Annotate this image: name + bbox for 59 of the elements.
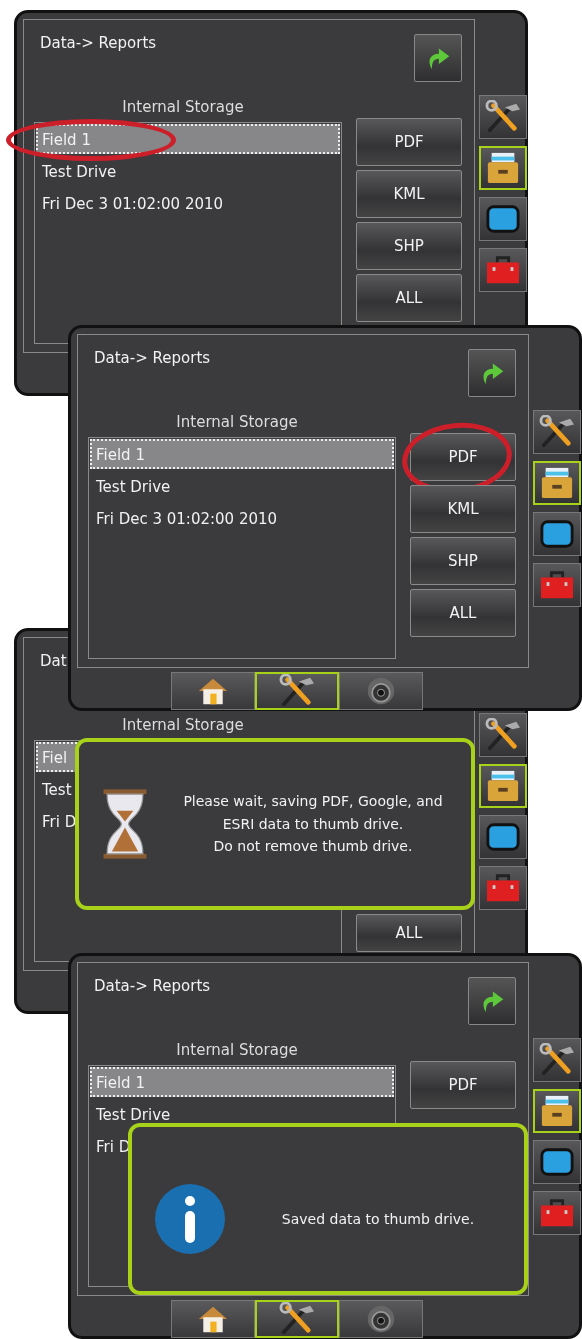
nav-tab[interactable] [255,672,339,710]
side-tab[interactable] [479,764,527,808]
side-tab[interactable] [533,1140,581,1184]
info-icon [154,1183,226,1255]
screen-icon [538,1145,576,1179]
list-item[interactable]: Test Drive [36,156,340,186]
tools-icon [278,674,316,708]
export-button[interactable]: PDF [356,118,462,166]
camera-icon [365,676,397,706]
tools-icon [278,1302,316,1336]
list-item[interactable]: Test Drive [90,471,394,501]
export-button[interactable]: ALL [356,914,462,952]
side-tab[interactable] [479,815,527,859]
screen-title: Data-> Reports [93,976,211,995]
export-button[interactable]: ALL [356,274,462,322]
tools-icon [484,718,522,752]
side-tab[interactable] [533,1089,581,1133]
side-tab[interactable] [479,197,527,241]
side-tab[interactable] [479,146,527,190]
export-button[interactable]: SHP [410,537,516,585]
side-tab[interactable] [479,95,527,139]
hourglass-icon [101,787,149,861]
screen-title: Dat [39,651,67,670]
export-button[interactable]: PDF [410,433,516,481]
export-button[interactable]: KML [356,170,462,218]
nav-tab[interactable] [171,672,255,710]
nav-tab[interactable] [171,1300,255,1338]
back-button[interactable] [414,34,462,82]
tools-icon [538,1043,576,1077]
export-button[interactable]: SHP [356,222,462,270]
home-icon [197,1304,229,1334]
list-item[interactable]: Fri Dec 3 01:02:00 2010 [90,503,394,533]
screen-title: Data-> Reports [93,348,211,367]
nav-tab[interactable] [255,1300,339,1338]
list-item[interactable]: Fri Dec 3 01:02:00 2010 [36,188,340,218]
side-tab[interactable] [533,461,581,505]
tools-icon [484,100,522,134]
storage-label: Internal Storage [122,98,244,118]
export-button[interactable]: PDF [410,1061,516,1109]
side-tab[interactable] [533,410,581,454]
export-button[interactable]: KML [410,485,516,533]
side-tab[interactable] [533,512,581,556]
back-button[interactable] [468,977,516,1025]
storage-label: Internal Storage [122,716,244,736]
screen-icon [484,820,522,854]
dialog-message: Saved data to thumb drive. [280,1209,476,1229]
screen-icon [484,202,522,236]
screen-title: Data-> Reports [39,33,157,52]
storage-label: Internal Storage [176,413,298,433]
home-icon [197,676,229,706]
storage-label: Internal Storage [176,1041,298,1061]
export-button[interactable]: ALL [410,589,516,637]
camera-icon [365,1304,397,1334]
screen-icon [538,517,576,551]
side-tab[interactable] [479,713,527,757]
back-button[interactable] [468,349,516,397]
dialog-message: Please wait, saving PDF, Google, and ESRI data to thumb drive. Do not remove thumb drive. [182,792,444,857]
side-tab[interactable] [533,1038,581,1082]
tools-icon [538,415,576,449]
